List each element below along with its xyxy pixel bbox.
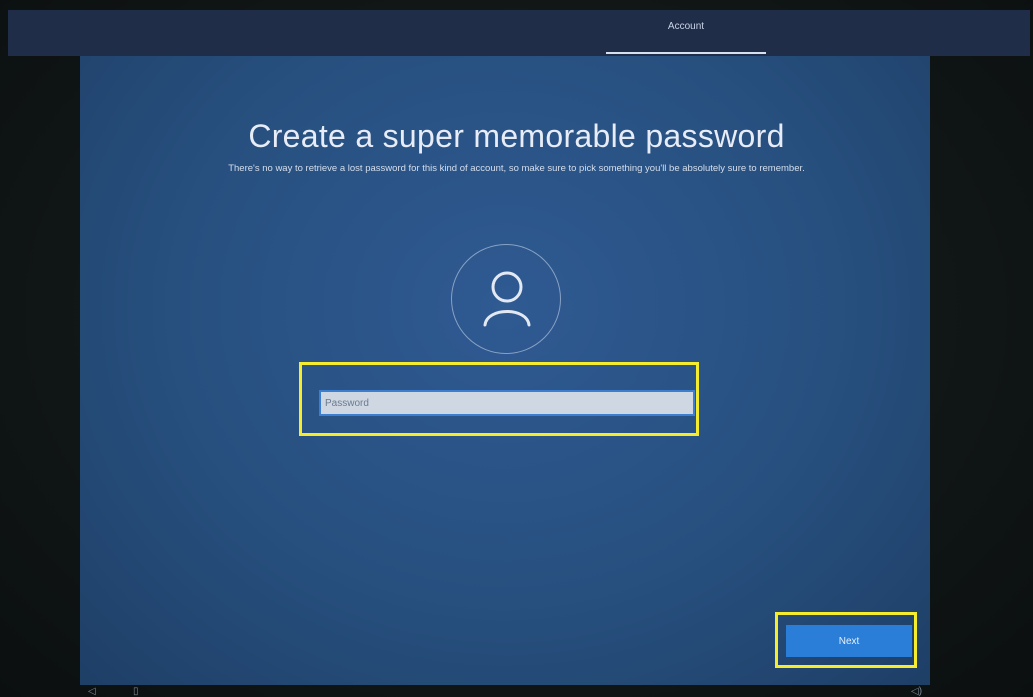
- bottom-bar: [8, 685, 1030, 697]
- tab-underline: [606, 52, 766, 54]
- tab-account: Account: [667, 21, 705, 32]
- next-button[interactable]: Next: [786, 625, 912, 657]
- password-input[interactable]: [319, 390, 695, 416]
- volume-icon[interactable]: ◁): [911, 686, 922, 697]
- user-avatar: [451, 244, 561, 354]
- page-title: Create a super memorable password: [248, 118, 785, 154]
- ease-of-access-icon[interactable]: ◁: [88, 686, 96, 697]
- user-icon: [483, 271, 531, 327]
- page-subtitle: There's no way to retrieve a lost passwo…: [228, 163, 805, 174]
- microphone-icon[interactable]: ▯: [133, 686, 139, 697]
- top-bar: [8, 10, 1030, 56]
